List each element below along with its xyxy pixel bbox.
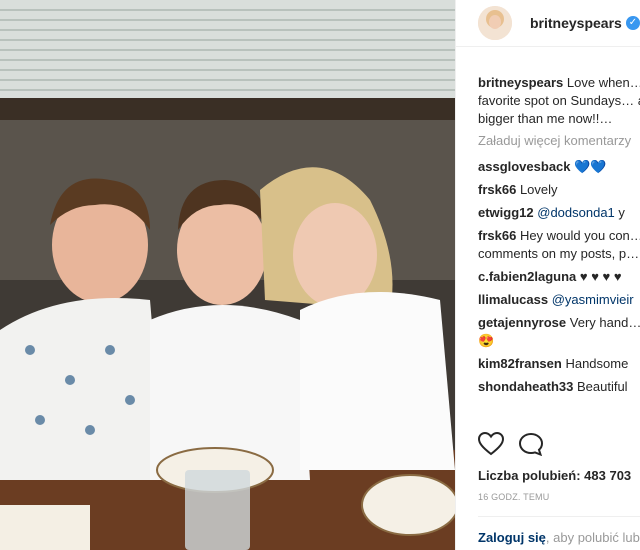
load-more-comments-link[interactable]: Załaduj więcej komentarzy bbox=[478, 133, 640, 148]
comment-username[interactable]: assglovesback bbox=[478, 159, 571, 174]
comments-list: britneyspears Love when… favorite spot o… bbox=[478, 74, 640, 401]
list-item: assglovesback 💙💙 bbox=[478, 158, 640, 176]
comment-username[interactable]: frsk66 bbox=[478, 228, 516, 243]
likes-count[interactable]: Liczba polubień: 483 703 bbox=[478, 468, 631, 483]
comment-username[interactable]: frsk66 bbox=[478, 182, 516, 197]
post-caption: britneyspears Love when… favorite spot o… bbox=[478, 74, 640, 128]
comment-mention[interactable]: @dodsonda1 bbox=[537, 205, 615, 220]
comment-icon[interactable] bbox=[518, 432, 544, 461]
comment-username[interactable]: c.fabien2laguna bbox=[478, 269, 576, 284]
post-header: britneyspears ✓ bbox=[456, 0, 640, 47]
list-item: c.fabien2laguna ♥ ♥ ♥ ♥ bbox=[478, 268, 640, 286]
login-link[interactable]: Zaloguj się bbox=[478, 530, 546, 545]
list-item: shondaheath33 Beautiful bbox=[478, 378, 640, 396]
list-item: frsk66 Hey would you con… comments on my… bbox=[478, 227, 640, 263]
login-prompt: Zaloguj się, aby polubić lub… bbox=[478, 530, 640, 545]
list-item: etwigg12 @dodsonda1 y bbox=[478, 204, 640, 222]
comment-text: Lovely bbox=[519, 182, 558, 197]
comment-username[interactable]: llimalucass bbox=[478, 292, 548, 307]
comment-text: ♥ ♥ ♥ ♥ bbox=[579, 269, 622, 284]
avatar[interactable] bbox=[478, 6, 512, 40]
post-username[interactable]: britneyspears bbox=[530, 15, 622, 31]
comment-text: Handsome bbox=[565, 356, 629, 371]
comment-mention[interactable]: @yasmimvieir bbox=[552, 292, 634, 307]
comment-username[interactable]: etwigg12 bbox=[478, 205, 534, 220]
caption-username[interactable]: britneyspears bbox=[478, 75, 563, 90]
comment-text: 💙💙 bbox=[574, 159, 607, 174]
post-sidebar: britneyspears ✓ britneyspears Love when…… bbox=[455, 0, 640, 550]
list-item: frsk66 Lovely bbox=[478, 181, 640, 199]
comment-username[interactable]: getajennyrose bbox=[478, 315, 566, 330]
list-item: getajennyrose Very hand… 😍😍 bbox=[478, 314, 640, 350]
list-item: llimalucass @yasmimvieir bbox=[478, 291, 640, 309]
divider bbox=[478, 516, 640, 517]
comment-text: y bbox=[614, 205, 625, 220]
post-actions bbox=[477, 431, 638, 461]
list-item: kim82fransen Handsome bbox=[478, 355, 640, 373]
comment-username[interactable]: shondaheath33 bbox=[478, 379, 573, 394]
post-photo bbox=[0, 0, 455, 550]
comment-username[interactable]: kim82fransen bbox=[478, 356, 562, 371]
login-prompt-text: , aby polubić lub… bbox=[545, 530, 640, 545]
verified-badge-icon: ✓ bbox=[626, 16, 640, 30]
post-timestamp: 16 GODZ. TEMU bbox=[478, 492, 550, 502]
heart-icon[interactable] bbox=[477, 431, 505, 461]
comment-text: Beautiful bbox=[576, 379, 628, 394]
